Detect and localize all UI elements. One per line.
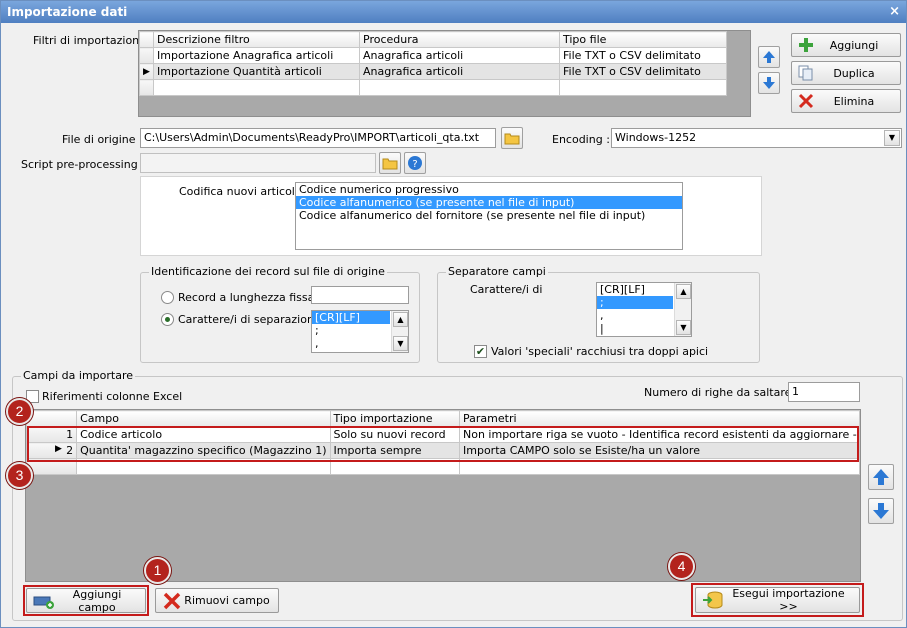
delete-x-icon <box>798 93 814 109</box>
col-tipo-importazione[interactable]: Tipo importazione <box>329 410 460 427</box>
list-item[interactable]: Codice alfanumerico del fornitore (se pr… <box>296 209 682 222</box>
delete-filter-button[interactable]: Elimina <box>791 89 901 113</box>
radio-fixed-label: Record a lunghezza fissa <box>178 291 315 304</box>
highlight-fields-rows <box>27 426 859 462</box>
arrow-down-icon <box>873 503 889 519</box>
arrow-up-icon <box>763 51 775 63</box>
field-separator-listbox[interactable]: [CR][LF] ; , | ▲ ▼ <box>596 282 692 337</box>
step-badge-1: 1 <box>144 557 171 584</box>
source-file-label: File di origine : <box>62 133 143 146</box>
title-bar: Importazione dati × <box>1 1 906 23</box>
scroll-up-icon[interactable]: ▲ <box>393 312 408 327</box>
current-row-indicator: ▶ <box>139 63 154 80</box>
copy-icon <box>798 65 813 81</box>
filters-grid[interactable]: Descrizione filtro Procedura Tipo file I… <box>138 30 751 117</box>
col-campo[interactable]: Campo <box>76 410 331 427</box>
scrollbar[interactable]: ▲ ▼ <box>674 283 691 336</box>
col-parametri[interactable]: Parametri <box>459 410 860 427</box>
scroll-down-icon[interactable]: ▼ <box>676 320 691 335</box>
table-row-empty[interactable] <box>139 79 727 96</box>
field-move-down-button[interactable] <box>868 498 894 524</box>
run-import-button[interactable]: Esegui importazione >> <box>695 587 860 613</box>
duplicate-filter-button[interactable]: Duplica <box>791 61 901 85</box>
script-label: Script pre-processing : <box>21 158 145 171</box>
folder-icon <box>382 158 398 170</box>
list-item-selected[interactable]: Codice alfanumerico (se presente nel fil… <box>296 196 682 209</box>
radio-fixed-length[interactable] <box>161 291 174 304</box>
script-input[interactable] <box>140 153 376 173</box>
quoted-values-checkbox[interactable]: ✔ <box>474 345 487 358</box>
folder-icon <box>504 133 520 145</box>
col-descrizione[interactable]: Descrizione filtro <box>153 31 360 48</box>
radio-separator[interactable] <box>161 313 174 326</box>
help-icon: ? <box>408 156 422 170</box>
col-tipo-file[interactable]: Tipo file <box>559 31 727 48</box>
skip-rows-label: Numero di righe da saltare : <box>644 386 799 399</box>
encoding-select[interactable]: Windows-1252 ▼ <box>611 128 902 148</box>
chevron-down-icon: ▼ <box>884 130 900 146</box>
arrow-down-icon <box>763 77 775 89</box>
codifica-listbox[interactable]: Codice numerico progressivo Codice alfan… <box>295 182 683 250</box>
separatore-group: Separatore campi Carattere/i di [CR][LF]… <box>437 265 760 363</box>
radio-separator-label: Carattere/i di separazione <box>178 313 321 326</box>
browse-script-button[interactable] <box>379 152 401 174</box>
filters-label: Filtri di importazione : <box>33 34 154 47</box>
separatore-label: Carattere/i di <box>470 283 543 296</box>
plus-icon <box>799 38 813 52</box>
fixed-length-input[interactable] <box>311 286 409 304</box>
list-item-selected[interactable]: [CR][LF] <box>312 311 390 324</box>
codifica-label: Codifica nuovi articoli : <box>179 185 306 198</box>
step-badge-4: 4 <box>668 553 695 580</box>
arrow-up-icon <box>873 469 889 485</box>
remove-field-button[interactable]: Rimuovi campo <box>155 588 279 613</box>
table-row[interactable]: Importazione Anagrafica articoli Anagraf… <box>139 47 727 64</box>
field-move-up-button[interactable] <box>868 464 894 490</box>
col-procedura[interactable]: Procedura <box>359 31 560 48</box>
fields-header-row: Campo Tipo importazione Parametri <box>25 410 860 427</box>
delete-x-icon <box>163 592 181 609</box>
step-badge-3: 3 <box>6 462 33 489</box>
move-down-button[interactable] <box>758 72 780 94</box>
identificazione-group: Identificazione dei record sul file di o… <box>140 265 420 363</box>
script-help-button[interactable]: ? <box>404 152 426 174</box>
add-field-button[interactable]: Aggiungi campo <box>26 588 146 614</box>
identificazione-title: Identificazione dei record sul file di o… <box>149 265 387 278</box>
campi-title: Campi da importare <box>21 369 135 382</box>
encoding-label: Encoding : <box>552 133 610 146</box>
window-title: Importazione dati <box>7 5 128 19</box>
quoted-values-label: Valori 'speciali' racchiusi tra doppi ap… <box>491 345 709 358</box>
add-filter-button[interactable]: Aggiungi <box>791 33 901 57</box>
separatore-title: Separatore campi <box>446 265 548 278</box>
excel-refs-label: Riferimenti colonne Excel <box>42 390 183 403</box>
database-import-icon <box>703 591 723 609</box>
filters-header-row: Descrizione filtro Procedura Tipo file <box>139 31 727 48</box>
skip-rows-input[interactable]: 1 <box>788 382 860 402</box>
source-file-input[interactable]: C:\Users\Admin\Documents\ReadyPro\IMPORT… <box>140 128 496 148</box>
scrollbar[interactable]: ▲ ▼ <box>391 311 408 352</box>
close-icon[interactable]: × <box>889 4 900 19</box>
step-badge-2: 2 <box>6 398 33 425</box>
svg-text:?: ? <box>412 159 417 170</box>
browse-source-button[interactable] <box>501 127 523 149</box>
record-separator-listbox[interactable]: [CR][LF] ; , ▲ ▼ <box>311 310 409 353</box>
codifica-panel: Codifica nuovi articoli : Codice numeric… <box>140 176 762 256</box>
list-item-selected[interactable]: ; <box>597 296 673 309</box>
move-up-button[interactable] <box>758 46 780 68</box>
table-row[interactable]: ▶ Importazione Quantità articoli Anagraf… <box>139 63 727 80</box>
scroll-up-icon[interactable]: ▲ <box>676 284 691 299</box>
import-dialog: Importazione dati × Filtri di importazio… <box>0 0 907 628</box>
list-item[interactable]: Codice numerico progressivo <box>296 183 682 196</box>
scroll-down-icon[interactable]: ▼ <box>393 336 408 351</box>
add-field-icon <box>33 596 54 609</box>
